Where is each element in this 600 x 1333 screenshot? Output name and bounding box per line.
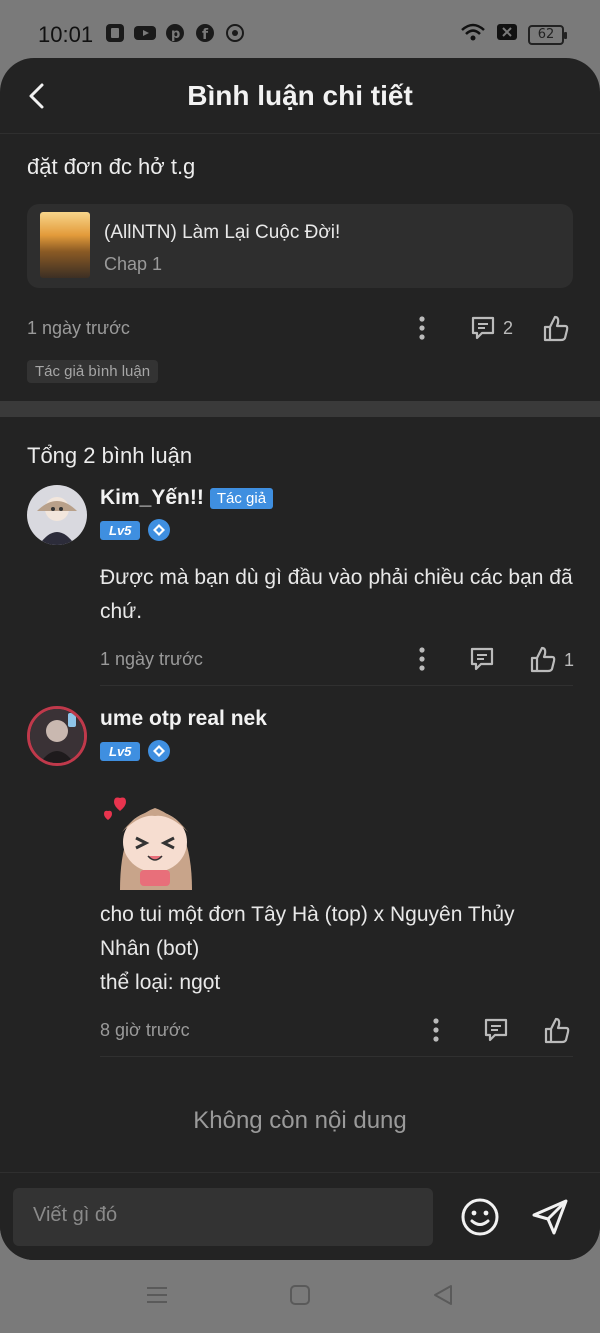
comment-input[interactable]: Viết gì đó: [13, 1188, 433, 1246]
status-time: 10:01: [38, 22, 94, 47]
comment-separator: [100, 1056, 573, 1057]
home-icon[interactable]: [289, 1284, 311, 1311]
level-badge: Lv5: [100, 741, 141, 761]
comment-icon: [470, 647, 494, 671]
back-nav-icon[interactable]: [432, 1284, 454, 1311]
comment-text-line: thể loại: ngọt: [100, 971, 221, 994]
svg-text:f: f: [202, 27, 209, 43]
avatar[interactable]: [27, 706, 87, 766]
like-button[interactable]: 1: [528, 645, 574, 675]
battery-icon: 62: [528, 24, 567, 45]
thumbs-up-icon: [543, 315, 569, 342]
thumbs-up-icon: [544, 1017, 570, 1044]
reply-button[interactable]: [482, 1016, 510, 1044]
original-comment: đặt đơn đc hở t.g (AllNTN) Làm Lại Cuộc …: [0, 134, 600, 383]
post-time: 1 ngày trước: [27, 318, 130, 338]
total-comments: Tổng 2 bình luận: [27, 443, 193, 468]
like-count: 1: [564, 649, 575, 670]
comment-text-line: Nhân (bot): [100, 937, 200, 960]
compass-icon: [224, 22, 246, 44]
reply-count: 2: [503, 317, 514, 338]
work-cover-image: [40, 212, 90, 278]
header: Bình luận chi tiết: [0, 58, 600, 134]
replies-section: Tổng 2 bình luận Kim_Yến!! Tác giả Lv5 Đ…: [0, 443, 600, 1135]
status-bar: 10:01 p f 62: [0, 0, 600, 62]
comment-time: 1 ngày trước: [100, 649, 203, 669]
send-icon[interactable]: [530, 1197, 570, 1242]
app-notification-icon: [104, 22, 126, 44]
more-options-icon[interactable]: [410, 314, 434, 342]
author-badge: Tác giả: [209, 487, 274, 509]
username[interactable]: Kim_Yến!!: [100, 486, 204, 510]
comment-icon: [471, 316, 495, 340]
work-chapter: Chap 1: [104, 254, 163, 274]
comment-separator: [100, 685, 573, 686]
comment-text: Được mà bạn dù gì đầu vào phải chiều các…: [100, 566, 573, 623]
gem-badge-icon: [148, 519, 171, 541]
menu-icon[interactable]: [146, 1284, 168, 1311]
comment-detail-screen: Bình luận chi tiết đặt đơn đc hở t.g (Al…: [0, 58, 600, 1260]
author-commented-tag: Tác giả bình luận: [27, 360, 159, 383]
comment-time: 8 giờ trước: [100, 1020, 190, 1040]
pinterest-icon: p: [164, 22, 186, 44]
svg-text:p: p: [171, 27, 180, 42]
gem-badge-icon: [148, 740, 171, 762]
emoji-icon[interactable]: [460, 1197, 500, 1242]
username[interactable]: ume otp real nek: [100, 707, 267, 731]
page-title: Bình luận chi tiết: [187, 80, 413, 111]
like-button[interactable]: [541, 314, 571, 344]
post-text: đặt đơn đc hở t.g: [27, 154, 196, 179]
comment-icon: [484, 1018, 508, 1042]
avatar[interactable]: [27, 485, 87, 545]
reply-button[interactable]: [468, 645, 496, 673]
no-sim-icon: [496, 23, 518, 46]
wifi-icon: [460, 22, 486, 47]
comment-input-bar: Viết gì đó: [0, 1172, 600, 1260]
youtube-icon: [134, 22, 156, 44]
comment-text: cho tui một đơn Tây Hà (top) x Nguyên Th…: [100, 898, 573, 1000]
more-options-icon[interactable]: [424, 1016, 448, 1044]
sticker-image: [100, 780, 210, 890]
comment-text-line: cho tui một đơn Tây Hà (top) x Nguyên Th…: [100, 903, 515, 926]
work-title: (AllNTN) Làm Lại Cuộc Đời!: [104, 222, 341, 243]
facebook-icon: f: [194, 22, 216, 44]
section-divider: [0, 401, 600, 417]
system-nav-bar: [0, 1262, 600, 1333]
comment-item: Kim_Yến!! Tác giả Lv5 Được mà bạn dù gì …: [27, 485, 574, 686]
thumbs-up-icon: [530, 646, 556, 673]
work-card[interactable]: (AllNTN) Làm Lại Cuộc Đời! Chap 1: [27, 204, 573, 288]
reply-button[interactable]: 2: [469, 314, 513, 342]
like-button[interactable]: [542, 1016, 572, 1046]
more-options-icon[interactable]: [410, 645, 434, 673]
level-badge: Lv5: [100, 520, 141, 540]
comment-item: ume otp real nek Lv5 cho tui một đơn Tây…: [27, 706, 573, 1057]
end-of-content: Không còn nội dung: [193, 1107, 407, 1134]
